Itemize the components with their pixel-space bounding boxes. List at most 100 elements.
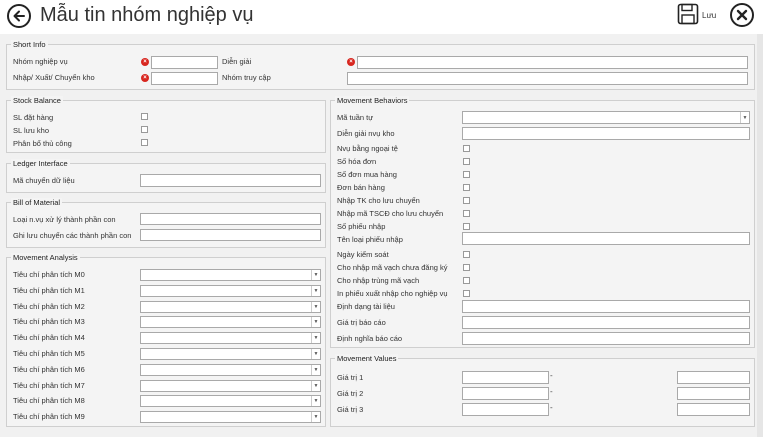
phan-bo-checkbox[interactable] <box>141 139 148 146</box>
criteria-label: Tiêu chí phân tích M7 <box>13 380 85 390</box>
dropdown-arrow-icon[interactable]: ▼ <box>311 364 320 375</box>
behavior-label: In phiếu xuất nhập cho nghiệp vụ <box>337 289 448 298</box>
dropdown-arrow-icon[interactable]: ▼ <box>311 412 320 423</box>
error-icon: × <box>347 58 355 66</box>
criteria-label: Tiêu chí phân tích M0 <box>13 270 85 279</box>
dropdown-arrow-icon[interactable]: ▼ <box>311 301 320 312</box>
bom-label: Loại n.vụ xử lý thành phần con <box>13 215 116 224</box>
ma-chuyen-input[interactable] <box>140 174 321 187</box>
header-bar: Mẫu tin nhóm nghiệp vụ Lưu <box>0 0 763 34</box>
value-label: Giá trị 1 <box>337 373 364 382</box>
nhom-truy-cap-label: Nhóm truy cập <box>222 73 271 82</box>
value-to-input[interactable] <box>677 403 750 416</box>
criteria-select[interactable]: ▼ <box>140 269 321 281</box>
criteria-select[interactable]: ▼ <box>140 379 321 392</box>
ten-loai-input[interactable] <box>462 232 750 245</box>
value-from-input[interactable] <box>462 403 549 416</box>
save-icon <box>677 3 699 25</box>
dien-giai-label: Diễn giải <box>222 57 252 66</box>
behavior-checkbox[interactable] <box>463 145 470 152</box>
value-to-input[interactable] <box>677 371 750 384</box>
behavior-label: Đơn bán hàng <box>337 183 385 192</box>
criteria-label: Tiêu chí phân tích M5 <box>13 349 85 358</box>
nhom-nghiep-vu-input[interactable] <box>151 56 218 69</box>
back-button[interactable] <box>7 4 31 28</box>
behavior-checkbox[interactable] <box>463 158 470 165</box>
bom-label: Ghi lưu chuyển các thành phần con <box>13 231 132 240</box>
behavior-input[interactable] <box>462 332 750 345</box>
behavior-checkbox[interactable] <box>463 171 470 178</box>
error-icon: × <box>141 74 149 82</box>
dien-giai-nvu-input[interactable] <box>462 127 750 140</box>
criteria-select[interactable]: ▼ <box>140 316 321 329</box>
value-label: Giá trị 2 <box>337 389 364 398</box>
section-title: Movement Analysis <box>11 253 80 262</box>
behavior-checkbox[interactable] <box>463 223 470 230</box>
scrollbar[interactable] <box>757 34 763 437</box>
behavior-label: Giá trị báo cáo <box>337 318 386 327</box>
close-button[interactable] <box>730 3 754 27</box>
ma-tuan-tu-select[interactable]: ▼ <box>462 111 750 124</box>
criteria-select[interactable]: ▼ <box>140 332 321 345</box>
value-label: Giá trị 3 <box>337 405 364 414</box>
ma-tuan-tu-label: Mã tuần tự <box>337 113 374 122</box>
criteria-select[interactable]: ▼ <box>140 284 321 297</box>
close-icon <box>736 9 748 21</box>
sl-luu-kho-label: SL lưu kho <box>13 126 50 135</box>
behavior-label: Ngày kiểm soát <box>337 250 389 259</box>
criteria-select[interactable]: ▼ <box>140 395 321 408</box>
criteria-select[interactable]: ▼ <box>140 363 321 376</box>
dropdown-arrow-icon[interactable]: ▼ <box>311 317 320 328</box>
dropdown-arrow-icon[interactable]: ▼ <box>311 270 320 280</box>
behavior-label: Số hóa đơn <box>337 157 377 166</box>
nhap-xuat-input[interactable] <box>151 72 218 85</box>
behavior-input[interactable] <box>462 300 750 313</box>
value-to-input[interactable] <box>677 387 750 400</box>
criteria-select[interactable]: ▼ <box>140 411 321 424</box>
behavior-label: Cho nhập mã vạch chưa đăng ký <box>337 263 448 272</box>
sl-luu-kho-checkbox[interactable] <box>141 126 148 133</box>
behavior-label: Nhập mã TSCĐ cho lưu chuyển <box>337 209 444 218</box>
criteria-label: Tiêu chí phân tích M4 <box>13 333 85 343</box>
arrow-left-icon <box>13 10 25 22</box>
behavior-checkbox[interactable] <box>463 210 470 217</box>
behavior-input[interactable] <box>462 316 750 329</box>
dropdown-arrow-icon[interactable]: ▼ <box>311 349 320 359</box>
behavior-checkbox[interactable] <box>463 277 470 284</box>
criteria-select[interactable]: ▼ <box>140 348 321 360</box>
criteria-select[interactable]: ▼ <box>140 300 321 313</box>
save-button[interactable]: Lưu <box>677 3 717 29</box>
criteria-label: Tiêu chí phân tích M3 <box>13 317 85 327</box>
dropdown-arrow-icon[interactable]: ▼ <box>311 380 320 391</box>
behavior-checkbox[interactable] <box>463 251 470 258</box>
save-label: Lưu <box>702 11 717 20</box>
dropdown-arrow-icon[interactable]: ▼ <box>740 112 749 123</box>
behavior-checkbox[interactable] <box>463 264 470 271</box>
ten-loai-label: Tên loại phiếu nhập <box>337 235 403 244</box>
range-separator: - <box>550 403 553 412</box>
dropdown-arrow-icon[interactable]: ▼ <box>311 396 320 407</box>
behavior-checkbox[interactable] <box>463 290 470 297</box>
section-title: Bill of Material <box>11 198 63 207</box>
criteria-label: Tiêu chí phân tích M1 <box>13 285 85 295</box>
bom-input[interactable] <box>140 229 321 241</box>
dropdown-arrow-icon[interactable]: ▼ <box>311 333 320 344</box>
behavior-label: Định nghĩa báo cáo <box>337 334 403 343</box>
behavior-label: Cho nhập trùng mã vạch <box>337 276 420 285</box>
section-title: Movement Behaviors <box>335 96 410 105</box>
criteria-label: Tiêu chí phân tích M2 <box>13 301 85 311</box>
dropdown-arrow-icon[interactable]: ▼ <box>311 285 320 296</box>
section-title: Short Info <box>11 40 48 49</box>
section-title: Movement Values <box>335 354 399 363</box>
behavior-label: Nhập TK cho lưu chuyển <box>337 196 420 205</box>
value-from-input[interactable] <box>462 387 549 400</box>
behavior-checkbox[interactable] <box>463 197 470 204</box>
behavior-checkbox[interactable] <box>463 184 470 191</box>
bom-input[interactable] <box>140 213 321 225</box>
section-title: Ledger Interface <box>11 159 70 168</box>
sl-dat-hang-checkbox[interactable] <box>141 113 148 120</box>
dien-giai-input[interactable] <box>357 56 748 69</box>
value-from-input[interactable] <box>462 371 549 384</box>
nhom-truy-cap-input[interactable] <box>347 72 748 85</box>
ma-chuyen-label: Mã chuyển dữ liệu <box>13 176 75 185</box>
